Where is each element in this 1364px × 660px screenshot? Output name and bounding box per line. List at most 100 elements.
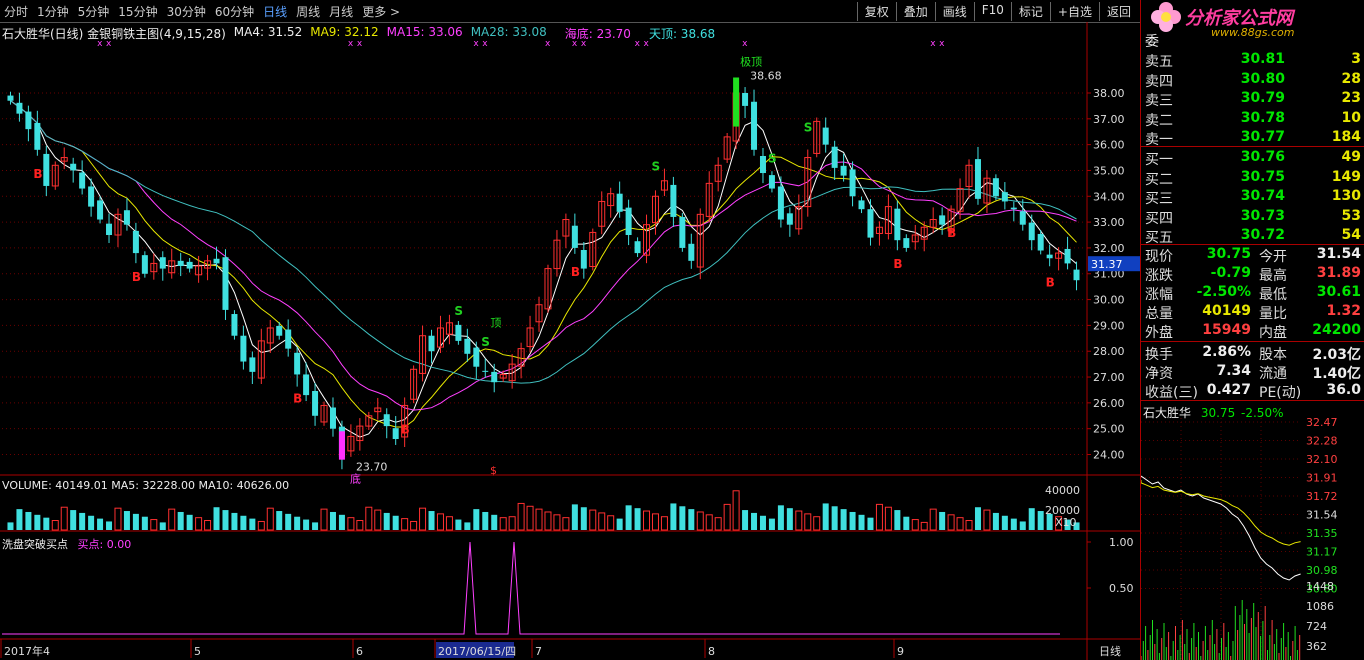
volume-bar: [168, 508, 176, 531]
volume-bar: [732, 490, 740, 531]
signal-marker: x: [635, 39, 641, 49]
date-label: 2017/06/15/四: [438, 645, 516, 658]
intraday-mini-chart[interactable]: 32.47 32.28 32.10 31.91 31.72 31.54 31.35 31.17…: [1141, 418, 1364, 660]
volume-bar: [356, 520, 364, 531]
order-row[interactable]: 买二 30.75 149: [1141, 168, 1364, 188]
volume-bar: [231, 512, 238, 530]
period-tab[interactable]: 5分钟: [78, 3, 110, 20]
volume-bar: [204, 520, 212, 531]
order-row[interactable]: 买一 30.76 49: [1141, 148, 1364, 168]
order-row[interactable]: 买五 30.72 54: [1141, 226, 1364, 246]
quote-value: 36.0: [1326, 382, 1361, 398]
candle-down: [222, 257, 229, 310]
period-tab[interactable]: 15分钟: [118, 3, 157, 20]
volume-bar: [43, 517, 50, 530]
toolbar-button[interactable]: 复权: [856, 2, 896, 21]
signal-marker: x: [97, 39, 103, 49]
signal-marker: x: [473, 39, 479, 49]
volume-bar: [499, 517, 507, 531]
volume-bar: [822, 503, 829, 530]
period-tab[interactable]: 30分钟: [167, 3, 206, 20]
volume-bar: [213, 507, 220, 530]
volume-bar: [508, 516, 516, 531]
period-tab[interactable]: 60分钟: [215, 3, 254, 20]
toolbar-button[interactable]: 画线: [934, 2, 974, 21]
kline-chart[interactable]: BBBBBBBBSSSSSx x x x x x x x x x x x x x38.68极顶23.70底…: [0, 22, 1140, 660]
volume-bar: [696, 511, 704, 531]
volume-bar: [141, 516, 148, 530]
toolbar-button[interactable]: +自选: [1049, 2, 1099, 21]
candle-down: [7, 95, 14, 101]
candle-down: [491, 371, 498, 383]
volume-bar: [159, 522, 166, 530]
volume-bar: [688, 509, 695, 530]
mini-volume-tick: 1448: [1306, 580, 1334, 593]
price-tick-label: 33.00: [1093, 216, 1125, 229]
quote-value: 24200: [1312, 322, 1361, 338]
order-row[interactable]: 卖二 30.78 10: [1141, 109, 1364, 129]
order-book-header: 委: [1145, 34, 1159, 50]
quote-value: 30.75: [1206, 246, 1251, 262]
candle-down: [939, 215, 946, 225]
order-row[interactable]: 卖五 30.81 3: [1141, 50, 1364, 70]
mini-price-tick: 31.54: [1306, 509, 1338, 522]
signal-marker: x: [348, 39, 354, 49]
date-axis: 2017年4 5 6 2017/06/15/四 7 8 9 日线: [0, 639, 1121, 658]
period-tab[interactable]: 分时: [4, 3, 28, 20]
price-tick-label: 32.00: [1093, 242, 1125, 255]
order-row[interactable]: 买三 30.74 130: [1141, 187, 1364, 207]
period-tab[interactable]: 日线: [263, 3, 287, 20]
order-label: 卖五: [1145, 54, 1173, 70]
quote-row: 涨跌 -0.79 最高 31.89: [1141, 264, 1364, 284]
quote-row: 换手 2.86% 股本 2.03亿: [1141, 343, 1364, 363]
candle-down: [858, 200, 865, 210]
candle-down: [240, 335, 247, 362]
volume-bar: [1028, 508, 1035, 530]
price-tick-label: 25.00: [1093, 423, 1125, 436]
sell-mark: S: [768, 152, 777, 166]
toolbar-button[interactable]: 返回: [1098, 2, 1138, 21]
price-tick-label: 35.00: [1093, 164, 1125, 177]
period-tab[interactable]: 1分钟: [37, 3, 69, 20]
order-row[interactable]: 卖一 30.77 184: [1141, 128, 1364, 148]
period-tab[interactable]: 周线: [296, 3, 320, 20]
volume-bar: [240, 515, 247, 530]
volume-bar: [903, 516, 910, 530]
order-row[interactable]: 卖三 30.79 23: [1141, 89, 1364, 109]
order-volume: 149: [1331, 168, 1361, 185]
period-tab[interactable]: 月线: [329, 3, 353, 20]
volume-bar: [25, 511, 32, 530]
volume-bar: [651, 513, 659, 531]
quote-label: 总量: [1145, 306, 1173, 322]
candle-down: [768, 175, 775, 189]
volume-bar: [607, 515, 615, 531]
candle-down: [141, 255, 148, 274]
volume-bar: [714, 517, 722, 531]
candle-down: [79, 172, 86, 189]
volume-bar: [670, 503, 677, 530]
volume-bar: [445, 516, 453, 531]
volume-bar: [195, 517, 203, 531]
toolbar-buttons: 复权 叠加 画线 F10 标记 +自选 返回: [856, 2, 1138, 21]
order-volume: 49: [1341, 149, 1361, 165]
toolbar-button[interactable]: F10: [973, 2, 1011, 21]
quote-label: 股本: [1259, 347, 1287, 363]
order-row[interactable]: 买四 30.73 53: [1141, 207, 1364, 227]
order-row[interactable]: 卖四 30.80 28: [1141, 70, 1364, 90]
mini-price-tick: 32.47: [1306, 418, 1338, 429]
volume-bar: [1037, 511, 1044, 530]
volume-bar: [939, 511, 946, 530]
candle-down: [974, 159, 981, 199]
candle-down: [249, 357, 256, 372]
toolbar-button[interactable]: 叠加: [895, 2, 935, 21]
quote-label: 量比: [1259, 306, 1287, 322]
signal-marker: x: [572, 39, 578, 49]
candle-down: [777, 186, 784, 220]
quote-row: 涨幅 -2.50% 最低 30.61: [1141, 283, 1364, 303]
volume-bar: [257, 520, 265, 531]
toolbar-button[interactable]: 标记: [1010, 2, 1050, 21]
candle-down: [670, 184, 677, 217]
candle-down: [840, 165, 847, 176]
flower-icon: [1151, 2, 1181, 32]
period-tab[interactable]: 更多 >: [362, 3, 400, 20]
